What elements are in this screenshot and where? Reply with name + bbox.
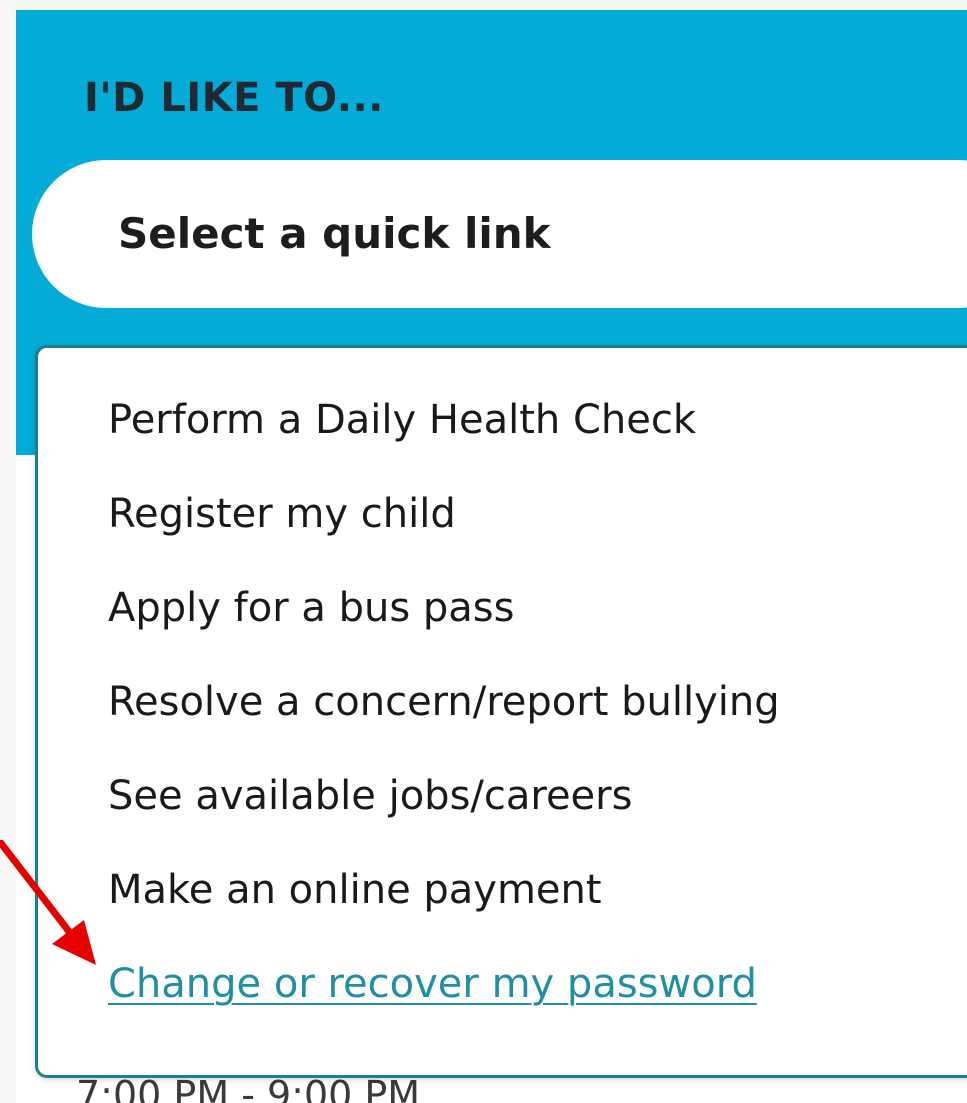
quick-link-option[interactable]: Register my child <box>108 486 967 580</box>
quick-links-heading: I'D LIKE TO... <box>84 75 384 121</box>
quick-link-option[interactable]: Apply for a bus pass <box>108 580 967 674</box>
quick-link-select-value: Select a quick link <box>118 209 551 258</box>
quick-link-option[interactable]: See available jobs/careers <box>108 768 967 862</box>
top-strip <box>0 0 967 10</box>
quick-link-option[interactable]: Resolve a concern/report bullying <box>108 674 967 768</box>
screenshot-stage: I'D LIKE TO... Select a quick link 7:00 … <box>0 0 967 1103</box>
red-arrow-icon <box>0 840 96 965</box>
quick-link-options: Perform a Daily Health Check Register my… <box>108 392 967 1050</box>
quick-link-option[interactable]: Perform a Daily Health Check <box>108 392 967 486</box>
quick-link-select[interactable]: Select a quick link <box>32 160 967 308</box>
quick-link-option-highlighted[interactable]: Change or recover my password <box>108 956 967 1050</box>
quick-link-option[interactable]: Make an online payment <box>108 862 967 956</box>
quick-link-dropdown: Perform a Daily Health Check Register my… <box>35 345 967 1078</box>
change-password-link[interactable]: Change or recover my password <box>108 961 757 1007</box>
